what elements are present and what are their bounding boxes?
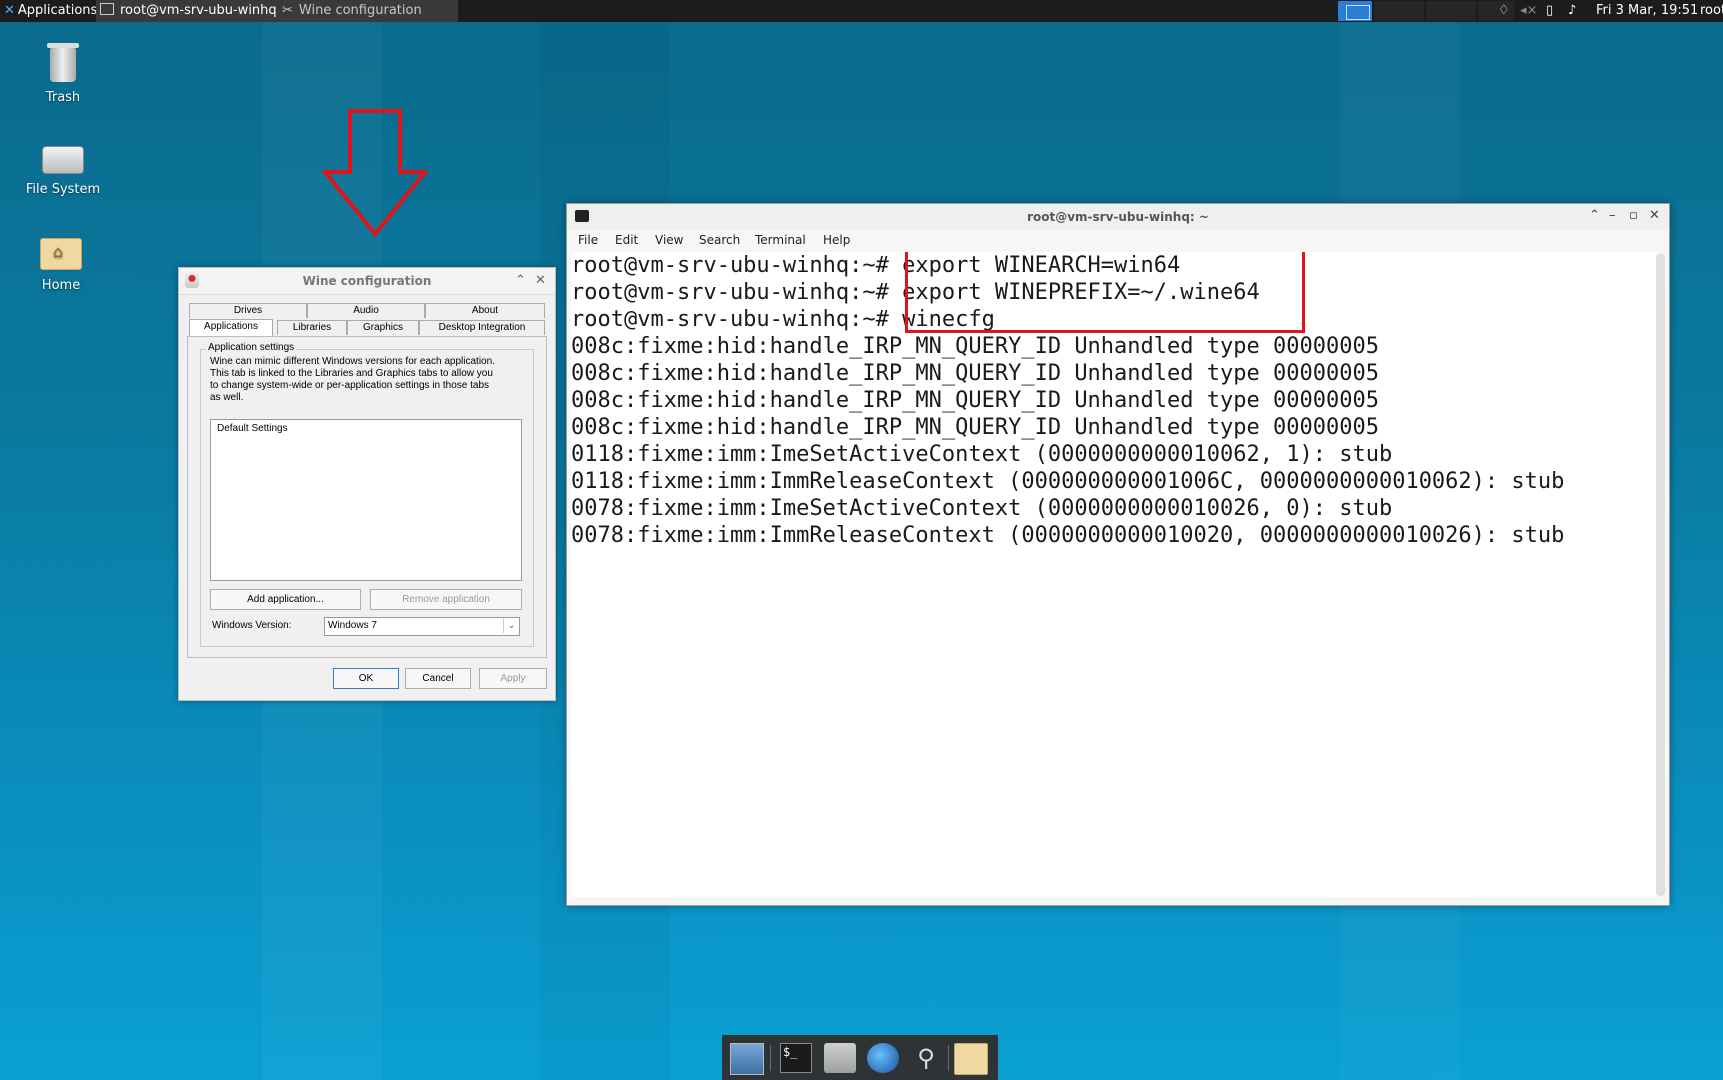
- terminal-window-title: root@vm-srv-ubu-winhq: ~: [1027, 210, 1209, 224]
- terminal-title-bar[interactable]: root@vm-srv-ubu-winhq: ~ ⌃ – ▫ ✕: [567, 204, 1669, 230]
- bottom-dock: $_ ⚲: [722, 1035, 998, 1080]
- wine-window-title: Wine configuration: [302, 274, 432, 288]
- workspace-3[interactable]: [1426, 1, 1476, 21]
- windows-version-label: Windows Version:: [212, 620, 292, 631]
- application-settings-description: Wine can mimic different Windows version…: [210, 356, 530, 404]
- description-line: Wine can mimic different Windows version…: [210, 356, 495, 367]
- wine-tab-row-top: Drives Audio About: [189, 303, 545, 318]
- description-line: This tab is linked to the Libraries and …: [210, 368, 493, 379]
- search-icon[interactable]: ⚲: [910, 1043, 942, 1073]
- windows-version-value: Windows 7: [328, 620, 377, 631]
- description-line: as well.: [210, 392, 244, 403]
- file-manager-icon[interactable]: [824, 1043, 856, 1073]
- tab-drives[interactable]: Drives: [189, 303, 307, 318]
- notification-bell-icon[interactable]: ♪: [1568, 0, 1576, 22]
- cancel-button[interactable]: Cancel: [405, 668, 471, 689]
- list-item-default-settings[interactable]: Default Settings: [215, 423, 290, 434]
- tab-about[interactable]: About: [425, 303, 545, 318]
- maximize-icon[interactable]: ⌃: [515, 272, 526, 288]
- red-highlight-box: [905, 252, 1305, 333]
- top-panel: ✕ Applications root@vm-srv-ubu-winhq... ✂…: [0, 0, 1723, 22]
- desktop-icon-trash-label: Trash: [45, 90, 81, 105]
- taskbar-item-wine-label: Wine configuration: [298, 3, 422, 18]
- ok-button[interactable]: OK: [333, 668, 399, 689]
- application-list[interactable]: Default Settings: [210, 419, 522, 581]
- apply-button[interactable]: Apply: [479, 668, 547, 689]
- web-browser-icon[interactable]: [867, 1043, 899, 1073]
- tab-audio[interactable]: Audio: [307, 303, 425, 318]
- taskbar-item-wine-configuration[interactable]: ✂ Wine configuration: [278, 0, 458, 22]
- home-folder-icon: [40, 238, 82, 270]
- terminal-scrollbar[interactable]: [1656, 254, 1665, 896]
- folder-icon[interactable]: [954, 1043, 988, 1075]
- terminal-line: 0118:fixme:imm:ImmReleaseContext (000000…: [571, 469, 1565, 494]
- terminal-menu-bar: File Edit View Search Terminal Help: [567, 230, 1669, 250]
- menu-view[interactable]: View: [655, 233, 683, 247]
- menu-edit[interactable]: Edit: [615, 233, 638, 247]
- drive-icon: [42, 146, 84, 174]
- desktop-icon-home[interactable]: Home: [6, 238, 116, 293]
- menu-file[interactable]: File: [578, 233, 598, 247]
- terminal-line: 008c:fixme:hid:handle_IRP_MN_QUERY_ID Un…: [571, 361, 1379, 386]
- tab-libraries[interactable]: Libraries: [277, 320, 347, 335]
- wine-tab-row-bottom: Applications Libraries Graphics Desktop …: [189, 319, 545, 336]
- terminal-line: 008c:fixme:hid:handle_IRP_MN_QUERY_ID Un…: [571, 388, 1379, 413]
- volume-icon[interactable]: ◂×: [1520, 0, 1537, 22]
- workspace-1[interactable]: [1338, 1, 1372, 21]
- remove-application-button[interactable]: Remove application: [370, 589, 522, 610]
- clock[interactable]: Fri 3 Mar, 19:51: [1596, 0, 1698, 22]
- application-settings-group-title: Application settings: [206, 342, 297, 353]
- desktop-icon-file-system[interactable]: File System: [8, 146, 118, 197]
- desktop-icon-home-label: Home: [41, 278, 81, 293]
- menu-terminal[interactable]: Terminal: [755, 233, 806, 247]
- terminal-output[interactable]: root@vm-srv-ubu-winhq:~# export WINEARCH…: [571, 252, 1657, 897]
- tab-desktop-integration[interactable]: Desktop Integration: [419, 320, 545, 335]
- applications-tab-panel: Application settings Wine can mimic diff…: [187, 336, 547, 658]
- terminal-launcher-icon[interactable]: $_: [780, 1043, 812, 1073]
- trash-icon: [47, 43, 79, 82]
- xfce-logo-icon: ✕: [4, 3, 15, 18]
- terminal-line: 008c:fixme:hid:handle_IRP_MN_QUERY_ID Un…: [571, 334, 1379, 359]
- close-icon[interactable]: ✕: [535, 272, 546, 288]
- tab-applications[interactable]: Applications: [189, 319, 273, 336]
- taskbar-item-terminal-label: root@vm-srv-ubu-winhq...: [120, 3, 280, 18]
- wine-configuration-window: Wine configuration ⌃ ✕ Drives Audio Abou…: [178, 267, 556, 701]
- terminal-line: 0078:fixme:imm:ImeSetActiveContext (0000…: [571, 496, 1393, 521]
- shade-icon[interactable]: ⌃: [1589, 208, 1600, 223]
- minimize-icon[interactable]: –: [1609, 208, 1616, 223]
- add-application-button[interactable]: Add application...: [210, 589, 361, 610]
- workspace-2[interactable]: [1374, 1, 1424, 21]
- chevron-down-icon: ⌄: [503, 618, 519, 633]
- user-menu[interactable]: root: [1700, 0, 1723, 22]
- show-desktop-icon[interactable]: [730, 1043, 764, 1075]
- applications-menu-button[interactable]: ✕ Applications: [0, 0, 101, 22]
- taskbar-item-terminal[interactable]: root@vm-srv-ubu-winhq...: [96, 0, 280, 22]
- menu-help[interactable]: Help: [823, 233, 850, 247]
- desktop-icon-trash[interactable]: Trash: [8, 43, 118, 105]
- terminal-line: 0078:fixme:imm:ImmReleaseContext (000000…: [571, 523, 1565, 548]
- terminal-line: 0118:fixme:imm:ImeSetActiveContext (0000…: [571, 442, 1393, 467]
- maximize-icon[interactable]: ▫: [1629, 208, 1638, 223]
- battery-icon[interactable]: ▯: [1546, 0, 1553, 22]
- red-arrow-annotation: [322, 109, 428, 238]
- windows-version-select[interactable]: Windows 7 ⌄: [324, 617, 520, 636]
- applications-menu-label: Applications: [17, 3, 98, 18]
- close-icon[interactable]: ✕: [1649, 208, 1660, 223]
- description-line: to change system-wide or per-application…: [210, 380, 490, 391]
- terminal-window: root@vm-srv-ubu-winhq: ~ ⌃ – ▫ ✕ File Ed…: [566, 203, 1670, 906]
- terminal-icon: [100, 3, 114, 15]
- menu-search[interactable]: Search: [699, 233, 740, 247]
- wine-title-bar[interactable]: Wine configuration ⌃ ✕: [179, 268, 555, 295]
- network-icon[interactable]: ♢: [1498, 0, 1510, 22]
- terminal-line: 008c:fixme:hid:handle_IRP_MN_QUERY_ID Un…: [571, 415, 1379, 440]
- tab-graphics[interactable]: Graphics: [347, 320, 419, 335]
- wine-tools-icon: ✂: [282, 3, 293, 18]
- desktop-icon-file-system-label: File System: [25, 182, 101, 197]
